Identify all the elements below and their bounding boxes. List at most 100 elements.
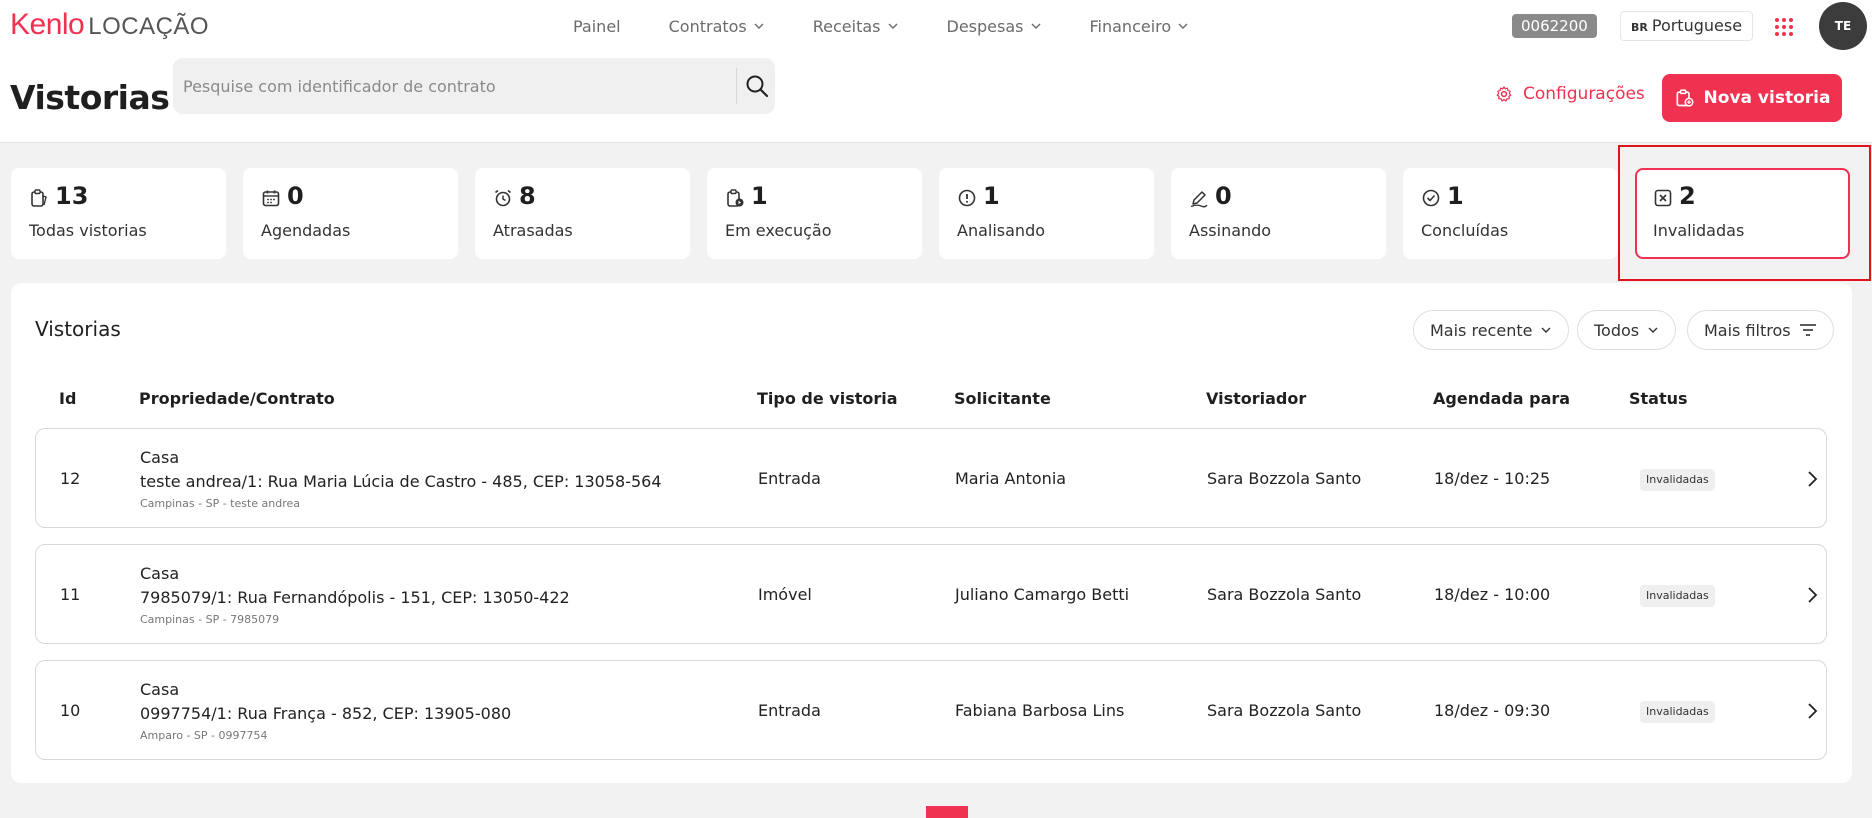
stat-card-invalidadas[interactable]: 2 Invalidadas [1635, 168, 1850, 259]
stat-value: 1 [983, 182, 1000, 210]
kenlo-logo[interactable]: Kenlo LOCAÇÃO [10, 8, 209, 44]
column-header: Vistoriador [1206, 389, 1307, 408]
row-id: 12 [60, 469, 81, 488]
inspections-panel: Vistorias Mais recente Todos Mais filtro… [11, 283, 1852, 783]
row-address: teste andrea/1: Rua Maria Lúcia de Castr… [140, 472, 662, 491]
row-property-type: Casa [140, 448, 180, 467]
row-agendada: 18/dez - 10:25 [1434, 469, 1551, 488]
row-agendada: 18/dez - 09:30 [1434, 701, 1551, 720]
column-header: Tipo de vistoria [757, 389, 898, 408]
row-id: 10 [60, 701, 81, 720]
more-filters-button[interactable]: Mais filtros [1687, 310, 1834, 350]
stat-label: Atrasadas [493, 221, 573, 240]
language-label: Portuguese [1651, 16, 1743, 35]
nav-item-receitas[interactable]: Receitas [813, 17, 899, 36]
stat-value: 0 [287, 182, 304, 210]
clipboard-play-icon [727, 189, 744, 207]
row-solicitante: Maria Antonia [955, 469, 1067, 488]
nav-item-label: Financeiro [1089, 16, 1172, 36]
stat-card-analisando[interactable]: 1 Analisando [939, 168, 1154, 259]
nav-item-label: Painel [573, 16, 621, 36]
stat-label: Concluídas [1421, 221, 1509, 240]
apps-grid-icon[interactable] [1773, 16, 1795, 38]
settings-link[interactable]: Configurações [1495, 84, 1645, 104]
nav-item-painel[interactable]: Painel [573, 17, 621, 36]
row-location: Amparo - SP - 0997754 [140, 729, 268, 742]
chevron-right-icon[interactable] [1802, 469, 1822, 489]
chevron-right-icon[interactable] [1802, 701, 1822, 721]
chevron-down-icon [754, 23, 764, 29]
scope-dropdown[interactable]: Todos [1577, 310, 1677, 350]
column-header: Id [59, 389, 77, 408]
stat-value: 2 [1679, 182, 1696, 210]
stat-label: Invalidadas [1653, 221, 1745, 240]
stat-value: 13 [55, 182, 89, 210]
gear-icon [1496, 86, 1512, 102]
nav-item-financeiro[interactable]: Financeiro [1090, 17, 1190, 36]
table-row[interactable]: 12 Casa teste andrea/1: Rua Maria Lúcia … [35, 428, 1827, 528]
status-badge: Invalidadas [1640, 701, 1715, 723]
row-vistoriador: Sara Bozzola Santo [1207, 469, 1362, 488]
nav-item-despesas[interactable]: Despesas [947, 17, 1042, 36]
row-tipo: Imóvel [758, 585, 812, 604]
top-bar: Kenlo LOCAÇÃO Painel Contratos Receitas … [0, 0, 1872, 143]
nav-item-label: Receitas [812, 16, 881, 36]
row-property-type: Casa [140, 680, 180, 699]
sort-label: Mais recente [1430, 320, 1533, 340]
stat-card-atrasadas[interactable]: 8 Atrasadas [475, 168, 690, 259]
search-box [173, 58, 775, 114]
stat-card-concluidas[interactable]: 1 Concluídas [1403, 168, 1618, 259]
stat-value: 0 [1215, 182, 1232, 210]
chevron-down-icon [1178, 23, 1188, 29]
status-badge: Invalidadas [1640, 585, 1715, 607]
logo-brand: Kenlo [10, 8, 85, 41]
row-property-type: Casa [140, 564, 180, 583]
stat-card-agendadas[interactable]: 0 Agendadas [243, 168, 458, 259]
row-tipo: Entrada [758, 469, 821, 488]
column-header: Agendada para [1433, 389, 1571, 408]
stat-value: 1 [751, 182, 768, 210]
table-row[interactable]: 10 Casa 0997754/1: Rua França - 852, CEP… [35, 660, 1827, 760]
stat-card-todas[interactable]: 13 Todas vistorias [11, 168, 226, 259]
more-filters-label: Mais filtros [1704, 320, 1791, 340]
avatar[interactable]: TE [1819, 2, 1867, 50]
logo-product: LOCAÇÃO [88, 13, 210, 40]
alarm-clock-icon [495, 189, 511, 207]
pen-icon [1190, 191, 1208, 208]
chevron-down-icon [1648, 327, 1658, 333]
page-title: Vistorias [10, 78, 170, 117]
row-vistoriador: Sara Bozzola Santo [1207, 701, 1362, 720]
nav-item-label: Despesas [946, 16, 1024, 36]
stat-card-assinando[interactable]: 0 Assinando [1171, 168, 1386, 259]
row-tipo: Entrada [758, 701, 821, 720]
table-header: Id Propriedade/Contrato Tipo de vistoria… [11, 389, 1852, 409]
chevron-right-icon[interactable] [1802, 585, 1822, 605]
language-selector[interactable]: BR Portuguese [1620, 11, 1754, 41]
chevron-down-icon [1031, 23, 1040, 29]
stat-card-em-execucao[interactable]: 1 Em execução [707, 168, 922, 259]
stat-label: Assinando [1189, 221, 1272, 240]
x-square-icon [1654, 189, 1672, 207]
chevron-down-icon [1541, 327, 1551, 333]
table-row[interactable]: 11 Casa 7985079/1: Rua Fernandópolis - 1… [35, 544, 1827, 644]
clipboard-icon [31, 189, 47, 207]
row-solicitante: Fabiana Barbosa Lins [955, 701, 1125, 720]
language-flag: BR [1631, 21, 1648, 34]
row-solicitante: Juliano Camargo Betti [955, 585, 1130, 604]
new-inspection-button[interactable]: Nova vistoria [1662, 74, 1842, 122]
row-address: 7985079/1: Rua Fernandópolis - 151, CEP:… [140, 588, 570, 607]
pagination-current-page[interactable] [926, 806, 968, 818]
row-address: 0997754/1: Rua França - 852, CEP: 13905-… [140, 704, 512, 723]
panel-title: Vistorias [35, 317, 121, 341]
nav-item-contratos[interactable]: Contratos [669, 17, 765, 36]
sort-dropdown[interactable]: Mais recente [1413, 310, 1570, 350]
search-input[interactable] [183, 58, 743, 114]
alert-circle-icon [958, 189, 976, 207]
column-header: Propriedade/Contrato [139, 389, 335, 408]
new-inspection-label: Nova vistoria [1703, 88, 1831, 108]
column-header: Solicitante [954, 389, 1051, 408]
stat-label: Agendadas [261, 221, 351, 240]
chevron-down-icon [888, 23, 898, 29]
search-icon[interactable] [743, 72, 771, 100]
row-location: Campinas - SP - 7985079 [140, 613, 280, 626]
